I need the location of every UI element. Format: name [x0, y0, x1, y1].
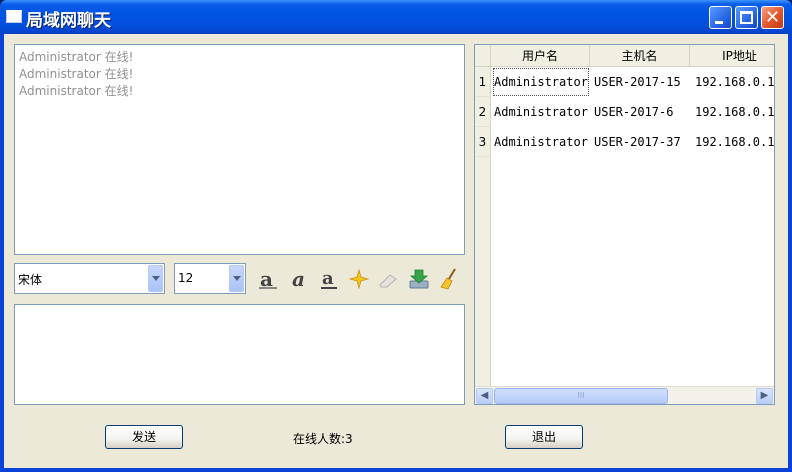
chat-line: Administrator 在线! — [19, 67, 134, 81]
column-header-username[interactable]: 用户名 — [491, 45, 590, 67]
chevron-down-icon — [152, 276, 160, 281]
scroll-left-button[interactable]: ◀ — [476, 388, 493, 404]
download-tray-icon — [409, 269, 429, 289]
underline-button[interactable]: a — [318, 266, 340, 292]
chat-line: Administrator 在线! — [19, 84, 134, 98]
minimize-icon — [715, 21, 723, 24]
font-family-select[interactable]: 宋体 — [14, 263, 165, 294]
close-button[interactable]: ✕ — [761, 6, 784, 29]
table-cell-username[interactable]: Administrator — [492, 97, 590, 127]
eraser-icon — [379, 274, 397, 288]
row-header[interactable]: 3 — [475, 127, 491, 157]
table-cell-username[interactable]: Administrator — [492, 127, 590, 157]
font-family-dropdown-button[interactable] — [148, 265, 163, 292]
clear-format-button[interactable] — [377, 266, 399, 292]
bold-icon: a — [259, 267, 277, 291]
message-input[interactable] — [14, 304, 465, 405]
font-size-dropdown-button[interactable] — [229, 265, 244, 292]
chat-log[interactable]: Administrator 在线! Administrator 在线! Admi… — [14, 44, 465, 255]
table-cell-hostname[interactable]: USER-2017-15 — [594, 67, 690, 97]
sparkle-color-icon — [348, 268, 370, 290]
save-log-button[interactable] — [408, 266, 430, 292]
main-window: 局域网聊天 ✕ Administrator 在线! Administrator … — [0, 0, 792, 472]
window-title: 局域网聊天 — [26, 11, 111, 31]
table-cell-hostname[interactable]: USER-2017-37 — [594, 127, 690, 157]
table-cell-ip[interactable]: 192.168.0.13 — [695, 127, 774, 157]
app-window-icon — [6, 10, 22, 23]
bold-button[interactable]: a — [257, 266, 279, 292]
title-bar[interactable]: 局域网聊天 ✕ — [0, 0, 792, 34]
minimize-button[interactable] — [709, 6, 732, 29]
online-count-label: 在线人数:3 — [293, 432, 353, 446]
chevron-left-icon: ◀ — [480, 390, 489, 401]
chevron-down-icon — [233, 276, 241, 281]
row-header[interactable]: 2 — [475, 97, 491, 127]
maximize-button[interactable] — [735, 6, 758, 29]
italic-icon: a — [292, 267, 305, 291]
close-icon: ✕ — [764, 7, 781, 28]
broom-icon — [440, 268, 456, 290]
send-button[interactable]: 发送 — [105, 425, 183, 449]
row-header-empty — [475, 157, 491, 386]
column-header-hostname[interactable]: 主机名 — [590, 45, 690, 67]
scroll-thumb[interactable]: III — [494, 388, 668, 404]
chat-line: Administrator 在线! — [19, 50, 134, 64]
font-family-value: 宋体 — [18, 273, 43, 287]
clear-log-button[interactable] — [438, 266, 460, 292]
online-users-table[interactable]: 用户名 主机名 IP地址 1 Administrator USER-2017-1… — [474, 44, 775, 405]
maximize-icon — [740, 11, 753, 24]
row-header[interactable]: 1 — [475, 67, 491, 97]
table-cell-username[interactable]: Administrator — [492, 67, 590, 97]
scroll-right-button[interactable]: ▶ — [756, 388, 773, 404]
svg-text:a: a — [322, 268, 334, 289]
table-cell-ip[interactable]: 192.168.0.14 — [695, 67, 774, 97]
font-size-value: 12 — [178, 271, 194, 285]
chevron-right-icon: ▶ — [760, 390, 769, 401]
font-size-select[interactable]: 12 — [174, 263, 246, 294]
table-cell-ip[interactable]: 192.168.0.10 — [695, 97, 774, 127]
column-header-ip[interactable]: IP地址 — [690, 45, 774, 67]
horizontal-scrollbar[interactable]: ◀ III ▶ — [475, 386, 774, 404]
svg-text:a: a — [292, 267, 305, 291]
underline-icon: a — [321, 268, 337, 289]
exit-button[interactable]: 退出 — [505, 425, 583, 449]
table-cell-hostname[interactable]: USER-2017-6 — [594, 97, 690, 127]
corner-header — [475, 45, 491, 67]
table-header: 用户名 主机名 IP地址 — [475, 45, 774, 67]
color-button[interactable] — [348, 266, 370, 292]
italic-button[interactable]: a — [288, 266, 310, 292]
